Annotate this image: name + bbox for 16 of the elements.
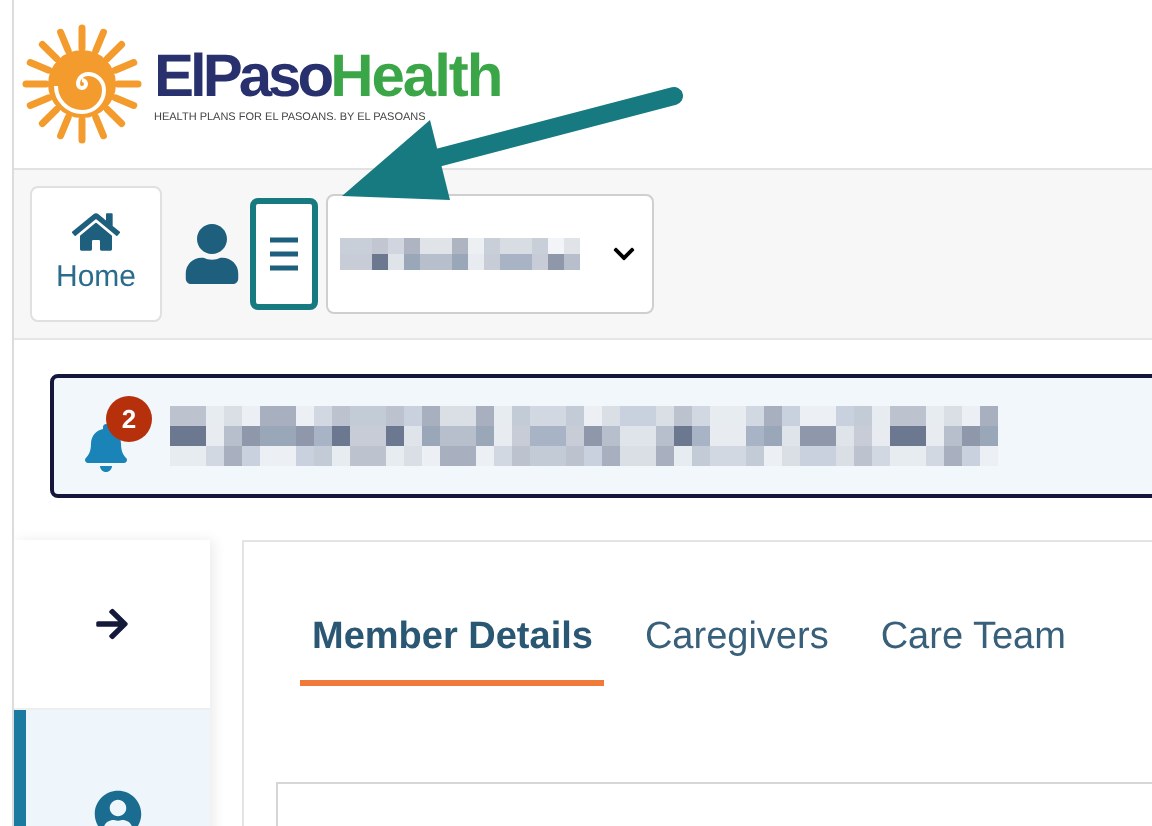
tab[interactable]: Member Details — [300, 610, 605, 685]
logo-text: Health — [330, 48, 502, 109]
menu-button[interactable] — [250, 198, 318, 310]
tab[interactable]: Care Team — [868, 610, 1078, 685]
user-icon[interactable] — [182, 224, 242, 284]
home-icon — [72, 207, 120, 256]
bell-icon[interactable] — [82, 424, 130, 472]
notification-badge: 2 — [106, 396, 152, 442]
chevron-down-icon — [612, 242, 636, 266]
home-button[interactable]: Home — [30, 186, 162, 322]
logo-text: ElPaso — [154, 48, 331, 109]
arrow-right-icon — [94, 606, 130, 642]
menu-icon — [266, 232, 302, 276]
tab[interactable]: Caregivers — [632, 610, 841, 685]
sun-logo-icon — [22, 24, 142, 144]
dropdown-field[interactable] — [326, 194, 654, 314]
